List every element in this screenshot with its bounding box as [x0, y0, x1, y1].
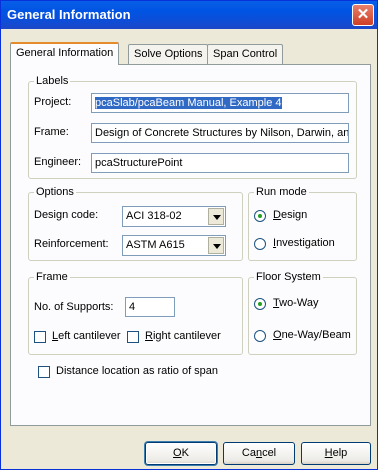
run-mode-group-legend: Run mode [256, 186, 307, 198]
cancel-button[interactable]: Cancel [223, 442, 295, 465]
label-rest: eft cantilever [58, 330, 121, 342]
investigation-radio-label[interactable]: Investigation [273, 237, 335, 249]
reinforcement-select[interactable]: ASTM A615 [122, 235, 226, 256]
left-cantilever-label[interactable]: Left cantilever [52, 330, 121, 342]
floor-system-group: Floor System [248, 271, 357, 355]
run-mode-group: Run mode [248, 186, 357, 261]
close-icon[interactable]: ✕ [352, 4, 374, 26]
window-title: General Information [7, 7, 131, 22]
options-group-legend: Options [36, 186, 74, 198]
design-radio-label[interactable]: Design [273, 209, 307, 221]
design-radio[interactable] [254, 210, 266, 222]
two-way-radio-label[interactable]: Two-Way [273, 297, 318, 309]
tab-span-control[interactable]: Span Control [207, 44, 284, 64]
chevron-down-icon[interactable] [208, 237, 224, 254]
design-code-label: Design code: [34, 209, 99, 221]
one-way-beam-radio-label[interactable]: One-Way/Beam [273, 329, 351, 341]
right-cantilever-label[interactable]: Right cantilever [145, 330, 221, 342]
label-rest: K [181, 447, 189, 459]
title-bar[interactable]: General Information ✕ [1, 1, 377, 29]
frame-label: Frame: [34, 126, 69, 138]
left-cantilever-checkbox[interactable] [34, 331, 46, 343]
supports-field[interactable]: 4 [125, 297, 175, 317]
supports-label: No. of Supports: [34, 301, 114, 313]
reinforcement-label: Reinforcement: [34, 238, 109, 250]
project-label: Project: [34, 96, 72, 108]
label-rest: wo-Way [279, 297, 319, 309]
label-rest: elp [332, 447, 348, 459]
project-field[interactable]: pcaSlab/pcaBeam Manual, Example 4 [91, 93, 349, 113]
reinforcement-value: ASTM A615 [126, 239, 185, 251]
one-way-beam-radio[interactable] [254, 330, 266, 342]
distance-ratio-checkbox[interactable] [38, 366, 50, 378]
distance-ratio-label[interactable]: Distance location as ratio of span [56, 365, 218, 377]
engineer-field[interactable]: pcaStructurePoint [91, 153, 349, 173]
label-rest: ight cantilever [152, 330, 221, 342]
chevron-down-icon[interactable] [208, 208, 224, 225]
floor-system-group-legend: Floor System [256, 271, 321, 283]
label-rest: cel [262, 447, 277, 459]
mnemonic: D [273, 209, 281, 221]
general-information-dialog: General Information ✕ General Informatio… [0, 0, 378, 470]
tab-general-information[interactable]: General Information [10, 42, 120, 65]
engineer-label: Engineer: [34, 156, 82, 168]
mnemonic: O [273, 329, 282, 341]
label-rest: ne-Way/Beam [281, 329, 351, 341]
frame-field[interactable]: Design of Concrete Structures by Nilson,… [91, 123, 349, 143]
design-code-select[interactable]: ACI 318-02 [122, 206, 226, 227]
tab-solve-options[interactable]: Solve Options [128, 44, 209, 64]
label-rest: esign [280, 209, 308, 221]
design-code-value: ACI 318-02 [126, 210, 182, 222]
project-value: pcaSlab/pcaBeam Manual, Example 4 [95, 97, 282, 109]
mnemonic: H [324, 447, 333, 459]
mnemonic: R [145, 330, 153, 342]
general-information-panel: Labels Project: pcaSlab/pcaBeam Manual, … [10, 64, 371, 426]
mnemonic: O [173, 447, 182, 459]
frame-group-legend: Frame [36, 271, 68, 283]
label-rest: nvestigation [276, 237, 335, 249]
help-button[interactable]: Help [301, 442, 371, 465]
right-cantilever-checkbox[interactable] [127, 331, 139, 343]
investigation-radio[interactable] [254, 238, 266, 250]
two-way-radio[interactable] [254, 298, 266, 310]
labels-group-legend: Labels [36, 75, 69, 87]
label-pre: Ca [241, 447, 256, 459]
ok-button[interactable]: OK [145, 442, 217, 465]
